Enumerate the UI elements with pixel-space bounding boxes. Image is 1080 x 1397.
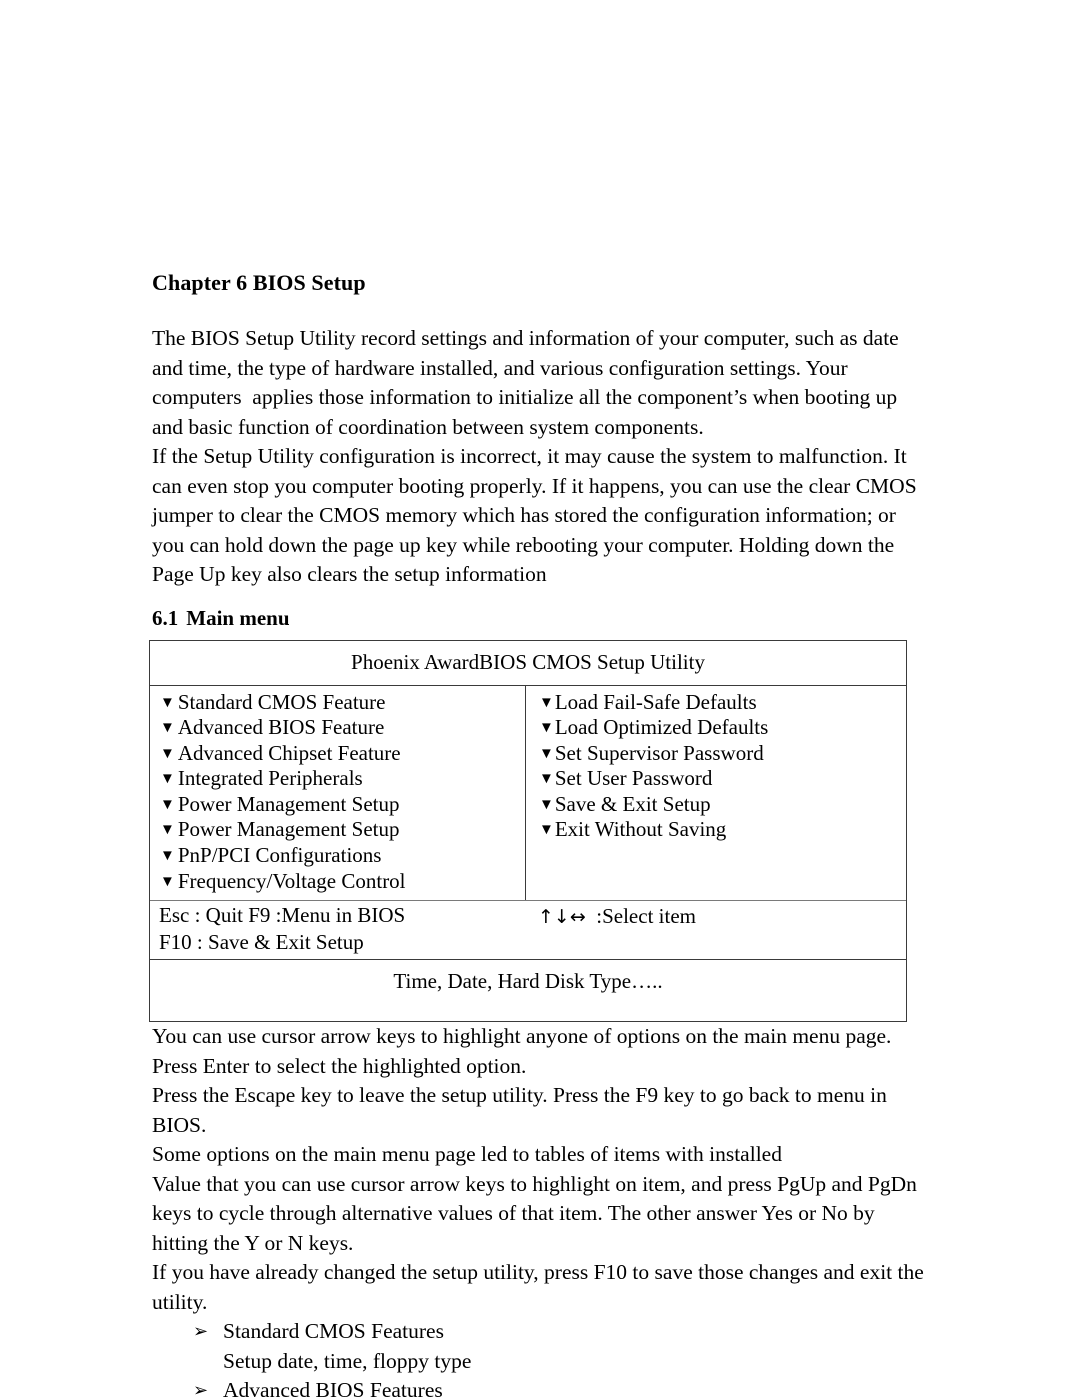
bios-main-menu-table: Phoenix AwardBIOS CMOS Setup Utility ▼ St…	[149, 639, 907, 1023]
menu-item-label: Set Supervisor Password	[554, 740, 764, 765]
triangle-icon: ▼	[160, 873, 175, 890]
bios-menu-row: ▼ Standard CMOS Feature ▼ Advanced BIOS Fe…	[150, 685, 906, 902]
bios-menu-item-set-supervisor-password[interactable]: ▼Set Supervisor Password	[539, 741, 905, 767]
bios-key-legend-row: Esc : Quit F9 :Menu in BIOS F10 : Save &…	[150, 901, 906, 961]
bios-menu-item-standard-cmos-feature[interactable]: ▼ Standard CMOS Feature	[160, 690, 525, 716]
triangle-icon: ▼	[160, 694, 175, 711]
list-item-standard-cmos-features-description: Setup date, time, floppy type	[223, 1348, 472, 1373]
page-content: Chapter 6 BIOS Setup The BIOS Setup Util…	[149, 268, 930, 1397]
menu-item-label: Advanced Chipset Feature	[177, 740, 401, 765]
triangle-icon: ▼	[160, 720, 175, 737]
triangle-icon: ▼	[160, 771, 175, 788]
instruction-paragraph-3: Some options on the main menu page led t…	[152, 1142, 782, 1167]
triangle-icon: ▼	[160, 796, 175, 813]
arrow-keys-icon: ↑↓↔	[538, 906, 586, 929]
menu-item-label: Save & Exit Setup	[554, 791, 711, 816]
bios-menu-item-save-and-exit-setup[interactable]: ▼Save & Exit Setup	[539, 792, 905, 818]
key-legend-quit-menu: Esc : Quit F9 :Menu in BIOS	[159, 903, 406, 928]
intro-paragraph-1: The BIOS Setup Utility record settings a…	[152, 326, 905, 439]
arrowhead-bullet-icon: ➢	[193, 1321, 209, 1343]
bios-menu-item-advanced-chipset-feature[interactable]: ▼ Advanced Chipset Feature	[160, 741, 525, 767]
list-item-advanced-bios-features: ➢ Advanced BIOS Features	[152, 1376, 924, 1397]
key-legend-save-exit: F10 : Save & Exit Setup	[159, 930, 364, 955]
triangle-icon: ▼	[539, 694, 554, 711]
triangle-icon: ▼	[539, 771, 554, 788]
bios-menu-item-frequency-voltage-control[interactable]: ▼ Frequency/Voltage Control	[160, 869, 525, 895]
list-item-label: Advanced BIOS Features	[223, 1378, 443, 1397]
menu-item-label: PnP/PCI Configurations	[177, 843, 382, 868]
menu-item-label: Advanced BIOS Feature	[177, 715, 385, 740]
section-number: 6.1	[152, 605, 179, 630]
instruction-paragraph-5: If you have already changed the setup ut…	[152, 1260, 930, 1314]
menu-item-label: Integrated Peripherals	[177, 766, 363, 791]
triangle-icon: ▼	[539, 745, 554, 762]
feature-list: ➢ Standard CMOS Features Setup date, time…	[152, 1317, 924, 1397]
intro-paragraph-2: If the Setup Utility configuration is in…	[152, 444, 923, 586]
bios-status-row: Time, Date, Hard Disk Type…..	[393, 969, 663, 994]
triangle-icon: ▼	[539, 796, 554, 813]
menu-item-label: Power Management Setup	[177, 817, 400, 842]
bios-menu-item-set-user-password[interactable]: ▼Set User Password	[539, 766, 905, 792]
instruction-paragraph-2: Press the Escape key to leave the setup …	[152, 1083, 893, 1137]
bios-left-column: ▼ Standard CMOS Feature ▼ Advanced BIOS Fe…	[150, 685, 526, 901]
bios-menu-item-pnp-pci-configurations[interactable]: ▼ PnP/PCI Configurations	[160, 843, 525, 869]
list-item-standard-cmos-features: ➢ Standard CMOS Features	[152, 1317, 924, 1347]
menu-item-label: Power Management Setup	[177, 791, 400, 816]
bios-menu-item-power-management-setup-1[interactable]: ▼ Power Management Setup	[160, 792, 525, 818]
triangle-icon: ▼	[539, 720, 554, 737]
bios-menu-item-exit-without-saving[interactable]: ▼Exit Without Saving	[539, 817, 905, 843]
chapter-title: Chapter 6 BIOS Setup	[152, 270, 366, 295]
bios-menu-item-advanced-bios-feature[interactable]: ▼ Advanced BIOS Feature	[160, 715, 525, 741]
bios-menu-item-power-management-setup-2[interactable]: ▼ Power Management Setup	[160, 817, 525, 843]
instruction-paragraph-1: You can use cursor arrow keys to highlig…	[152, 1024, 897, 1078]
triangle-icon: ▼	[160, 745, 175, 762]
list-item-label: Standard CMOS Features	[223, 1319, 444, 1344]
menu-item-label: Frequency/Voltage Control	[177, 868, 406, 893]
select-item-label: :Select item	[596, 904, 696, 929]
bios-menu-item-load-fail-safe-defaults[interactable]: ▼Load Fail-Safe Defaults	[539, 690, 905, 716]
triangle-icon: ▼	[160, 848, 175, 865]
menu-item-label: Exit Without Saving	[554, 817, 727, 842]
bios-table-header: Phoenix AwardBIOS CMOS Setup Utility	[150, 641, 906, 686]
menu-item-label: Set User Password	[554, 766, 713, 791]
arrowhead-bullet-icon: ➢	[193, 1380, 209, 1397]
document-page: Chapter 6 BIOS Setup The BIOS Setup Util…	[0, 0, 1080, 1397]
triangle-icon: ▼	[160, 822, 175, 839]
key-legend-select-item: ↑↓↔ :Select item	[538, 903, 696, 931]
triangle-icon: ▼	[539, 822, 554, 839]
bios-menu-item-load-optimized-defaults[interactable]: ▼Load Optimized Defaults	[539, 715, 905, 741]
menu-item-label: Load Fail-Safe Defaults	[554, 689, 757, 714]
bios-right-column: ▼Load Fail-Safe Defaults ▼Load Optimized…	[526, 686, 905, 901]
section-heading: 6.1 Main menu	[152, 604, 924, 632]
menu-item-label: Load Optimized Defaults	[554, 715, 769, 740]
instruction-paragraph-4: Value that you can use cursor arrow keys…	[152, 1171, 923, 1255]
menu-item-label: Standard CMOS Feature	[177, 689, 386, 714]
section-title-text: Main menu	[186, 605, 290, 630]
bios-menu-item-integrated-peripherals[interactable]: ▼ Integrated Peripherals	[160, 766, 525, 792]
